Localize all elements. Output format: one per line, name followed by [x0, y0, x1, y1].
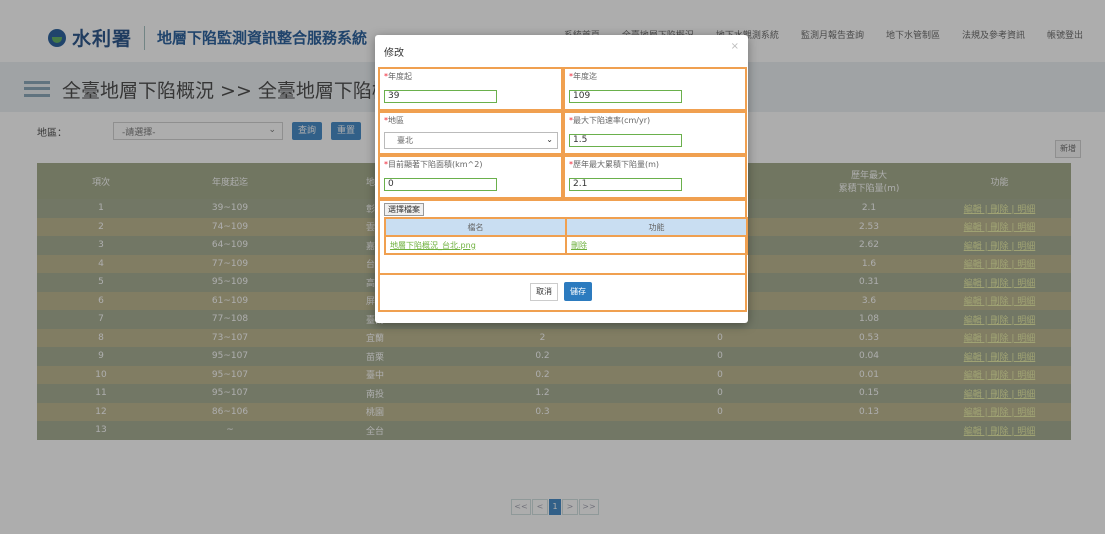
page: 水利署 地層下陷監測資訊整合服務系統 系統首頁 全臺地層下陷概況 地下水觀測系統…: [0, 0, 1105, 534]
cancel-button[interactable]: 取消: [530, 283, 558, 301]
max-rate-cell: *最大下陷速率(cm/yr) 1.5: [563, 111, 747, 155]
area-label: *目前顯著下陷面積(km^2): [384, 160, 483, 169]
max-rate-label: *最大下陷速率(cm/yr): [569, 116, 651, 125]
max-cumulative-input[interactable]: 2.1: [569, 178, 682, 191]
area-input[interactable]: 0: [384, 178, 497, 191]
save-button[interactable]: 儲存: [564, 282, 592, 301]
attachment-delete-link[interactable]: 刪除: [571, 241, 587, 250]
max-cumulative-cell: *歷年最大累積下陷量(m) 2.1: [563, 155, 747, 199]
attachment-row: 地層下陷概況_台北.png 刪除: [384, 235, 748, 255]
max-cumulative-label: *歷年最大累積下陷量(m): [569, 160, 660, 169]
max-rate-input[interactable]: 1.5: [569, 134, 682, 147]
year-start-cell: *年度起 39: [378, 67, 563, 111]
area-cell: *目前顯著下陷面積(km^2) 0: [378, 155, 563, 199]
region-cell: *地區 臺北 ⌄: [378, 111, 563, 155]
attachment-file-link[interactable]: 地層下陷概況_台北.png: [390, 241, 476, 250]
close-icon[interactable]: ×: [731, 41, 739, 52]
attachment-header-row: 檔名 功能: [384, 217, 748, 237]
attachment-table: 檔名 功能 地層下陷概況_台北.png 刪除: [384, 217, 748, 255]
attachment-action-cell: 刪除: [565, 235, 748, 255]
edit-modal: 修改 × *年度起 39 *年度迄 109 *地區 臺北 ⌄ *最大下陷速率(c…: [375, 35, 748, 323]
region-label: *地區: [384, 116, 404, 125]
modal-title: 修改: [384, 48, 404, 59]
year-start-label: *年度起: [384, 72, 412, 81]
attachment-section: 選擇檔案 檔名 功能 地層下陷概況_台北.png 刪除: [378, 199, 748, 275]
year-end-cell: *年度迄 109: [563, 67, 747, 111]
modal-footer: 取消 儲存: [378, 275, 747, 312]
chevron-down-icon: ⌄: [546, 135, 553, 144]
attachment-col-filename: 檔名: [384, 217, 567, 237]
region-select-value: 臺北: [397, 136, 413, 145]
attachment-filename-cell: 地層下陷概況_台北.png: [384, 235, 567, 255]
region-select[interactable]: 臺北 ⌄: [384, 132, 558, 149]
year-end-label: *年度迄: [569, 72, 597, 81]
attachment-col-action: 功能: [565, 217, 748, 237]
choose-file-button[interactable]: 選擇檔案: [384, 203, 424, 216]
year-end-input[interactable]: 109: [569, 90, 682, 103]
year-start-input[interactable]: 39: [384, 90, 497, 103]
